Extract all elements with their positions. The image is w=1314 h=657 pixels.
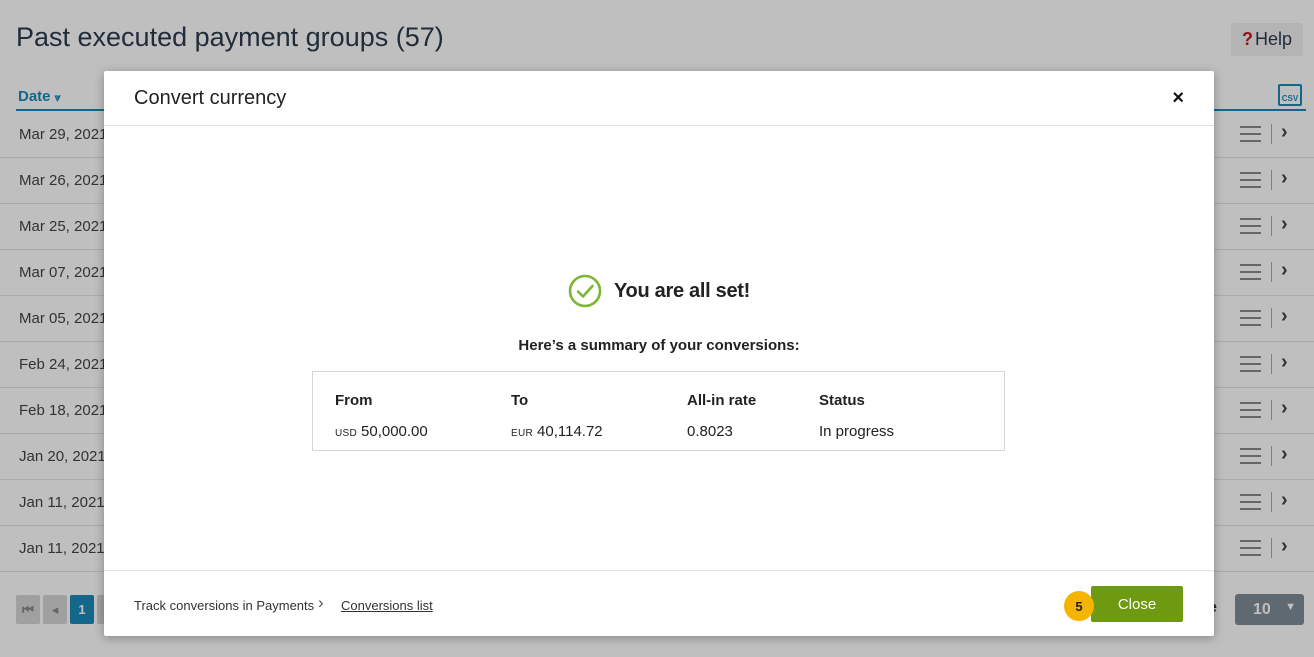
conversions-list-link[interactable]: Conversions list bbox=[341, 598, 433, 613]
summary-label: Here’s a summary of your conversions: bbox=[518, 337, 800, 354]
cell-status: In progress bbox=[819, 423, 895, 440]
header-rate: All-in rate bbox=[687, 392, 757, 409]
success-message: You are all set! bbox=[614, 279, 750, 302]
chevron-right-icon: › bbox=[318, 593, 324, 612]
modal-title: Convert currency bbox=[134, 87, 287, 109]
close-icon[interactable]: × bbox=[1172, 87, 1184, 110]
cell-from: USD 50,000.00 bbox=[335, 423, 428, 440]
to-currency: EUR bbox=[511, 428, 534, 439]
conversion-summary-table: From To All-in rate Status USD 50,000.00 … bbox=[312, 371, 1005, 451]
success-message-row: You are all set! bbox=[104, 274, 1214, 308]
to-amount: 40,114.72 bbox=[537, 423, 603, 440]
modal-footer: Track conversions in Payments › Conversi… bbox=[104, 570, 1214, 636]
cell-to: EUR 40,114.72 bbox=[511, 423, 603, 440]
header-from: From bbox=[335, 392, 373, 409]
from-currency: USD bbox=[335, 428, 358, 439]
breadcrumb-track-conversions: Track conversions in Payments bbox=[134, 598, 315, 613]
modal-header: Convert currency × bbox=[104, 71, 1214, 126]
from-amount: 50,000.00 bbox=[361, 423, 428, 440]
header-status: Status bbox=[819, 392, 865, 409]
check-circle-icon bbox=[568, 274, 602, 308]
step-badge: 5 bbox=[1064, 591, 1094, 621]
close-button[interactable]: Close bbox=[1091, 586, 1183, 622]
convert-currency-modal: Convert currency × You are all set! Here… bbox=[104, 71, 1214, 636]
header-to: To bbox=[511, 392, 529, 409]
cell-rate: 0.8023 bbox=[687, 423, 733, 440]
